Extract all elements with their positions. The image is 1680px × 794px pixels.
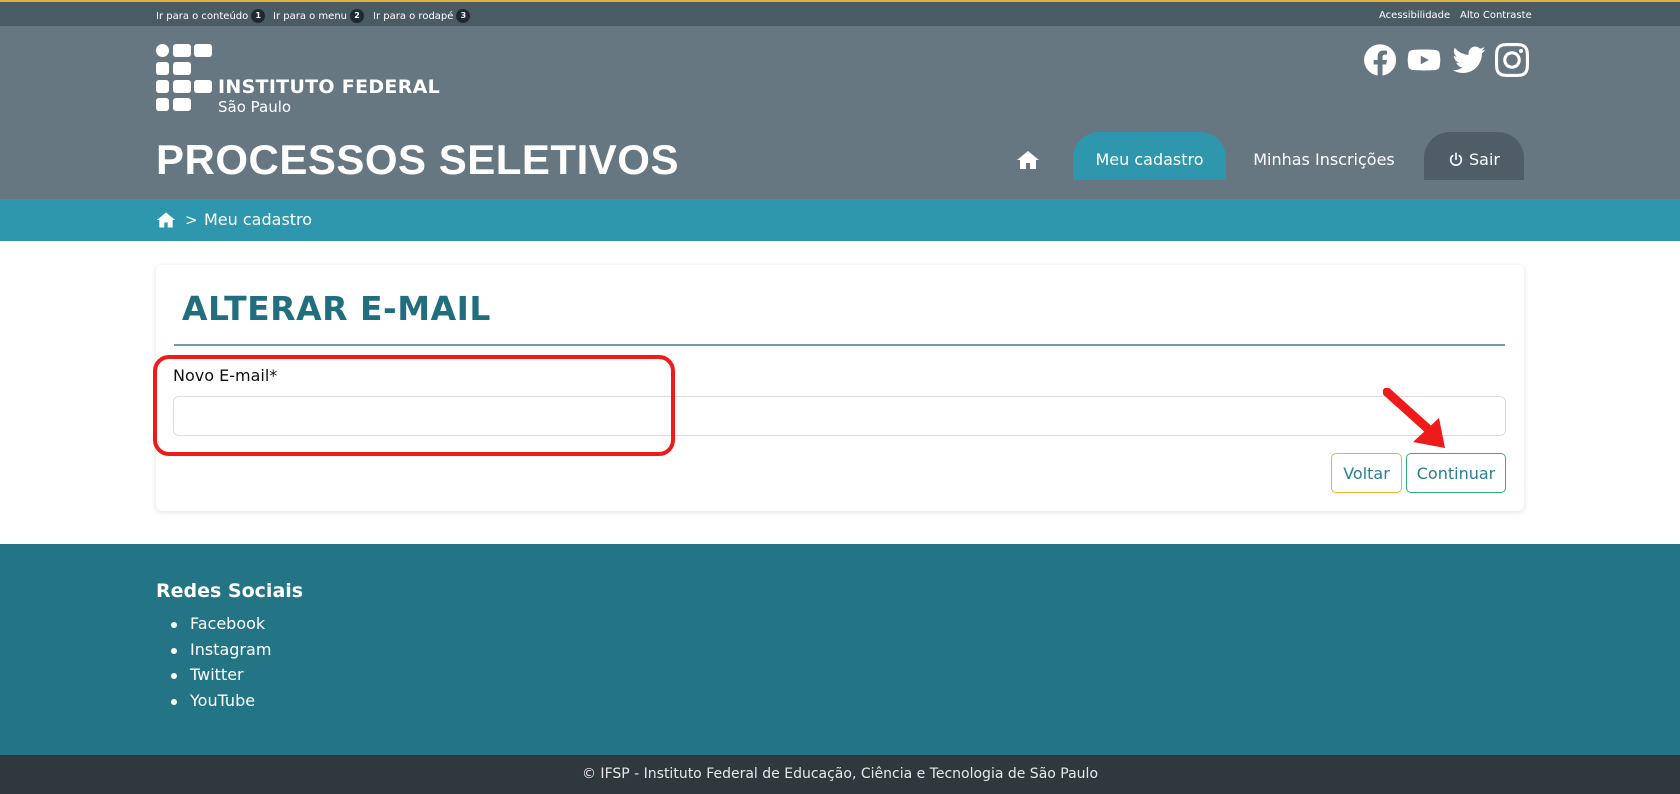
instagram-icon[interactable] <box>1494 42 1530 78</box>
back-button[interactable]: Voltar <box>1331 453 1402 493</box>
footer-link-twitter[interactable]: Twitter <box>190 665 244 684</box>
footer-link-youtube[interactable]: YouTube <box>190 691 255 710</box>
logo-title: INSTITUTO FEDERAL <box>218 76 441 98</box>
accessibility-bar: Ir para o conteúdo 1 Ir para o menu 2 Ir… <box>0 0 1680 26</box>
site-title: PROCESSOS SELETIVOS <box>156 136 679 183</box>
breadcrumb-home-icon[interactable] <box>156 210 176 230</box>
continue-button[interactable]: Continuar <box>1406 453 1506 493</box>
footer-social-list: Facebook Instagram Twitter YouTube <box>156 614 271 716</box>
shortcut-number-badge: 2 <box>350 9 364 23</box>
title-divider <box>174 344 1505 346</box>
youtube-icon[interactable] <box>1406 42 1442 78</box>
logo-subtitle: São Paulo <box>218 98 292 116</box>
high-contrast-link[interactable]: Alto Contraste <box>1460 10 1532 21</box>
skip-to-content-link[interactable]: Ir para o conteúdo 1 <box>156 9 266 23</box>
footer-link-instagram[interactable]: Instagram <box>190 640 271 659</box>
site-header: INSTITUTO FEDERAL São Paulo PROCESSOS SE… <box>0 26 1680 199</box>
nav-home-icon[interactable] <box>1016 148 1042 174</box>
breadcrumb: > Meu cadastro <box>0 199 1680 241</box>
logout-button[interactable]: Sair <box>1424 132 1524 180</box>
arrow-annotation-icon <box>1383 388 1445 448</box>
highlight-annotation <box>153 355 675 456</box>
skip-to-menu-link[interactable]: Ir para o menu 2 <box>273 9 364 23</box>
skip-to-footer-link[interactable]: Ir para o rodapé 3 <box>373 9 471 23</box>
page-title: ALTERAR E-MAIL <box>182 289 491 328</box>
footer-social-title: Redes Sociais <box>156 580 304 602</box>
nav-tab-minhas-inscricoes[interactable]: Minhas Inscrições <box>1248 132 1400 180</box>
breadcrumb-separator: > <box>185 211 198 229</box>
facebook-icon[interactable] <box>1362 42 1398 78</box>
ifsp-logo <box>156 44 216 114</box>
twitter-icon[interactable] <box>1451 42 1487 78</box>
breadcrumb-current: Meu cadastro <box>204 210 313 229</box>
shortcut-number-badge: 1 <box>251 9 266 23</box>
site-footer: Redes Sociais Facebook Instagram Twitter… <box>0 544 1680 755</box>
accessibility-link[interactable]: Acessibilidade <box>1379 10 1450 21</box>
shortcut-number-badge: 3 <box>456 9 471 23</box>
power-icon <box>1449 152 1463 166</box>
copyright-bar: © IFSP - Instituto Federal de Educação, … <box>0 755 1680 794</box>
footer-link-facebook[interactable]: Facebook <box>190 614 265 633</box>
nav-tab-meu-cadastro[interactable]: Meu cadastro <box>1073 132 1226 180</box>
